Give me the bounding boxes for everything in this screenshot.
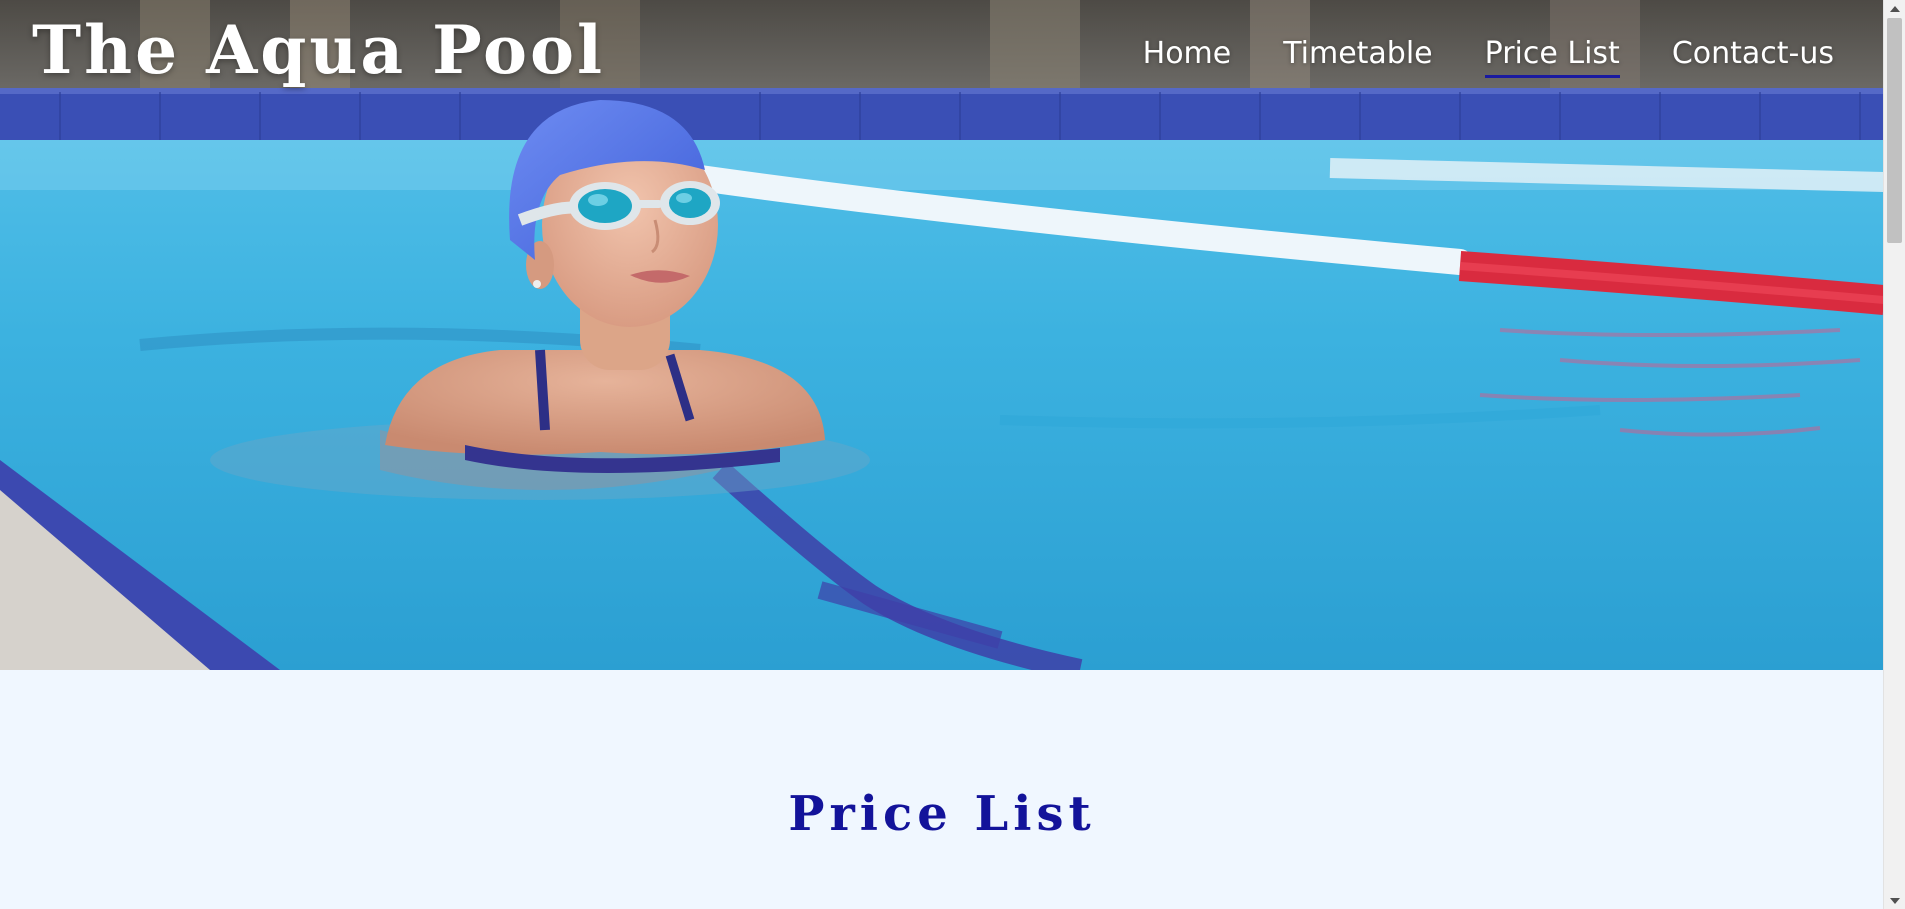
hero-banner: The Aqua Pool Home Timetable Price List …	[0, 0, 1884, 670]
scroll-up-arrow-icon	[1889, 5, 1900, 12]
page-viewport: The Aqua Pool Home Timetable Price List …	[0, 0, 1884, 909]
vertical-scrollbar[interactable]	[1883, 0, 1905, 909]
price-list-heading: Price List	[788, 786, 1096, 842]
nav-item-home: Home	[1143, 36, 1232, 78]
nav-link-price-list[interactable]: Price List	[1484, 36, 1620, 78]
nav-link-timetable[interactable]: Timetable	[1283, 36, 1432, 75]
nav-link-contact-us[interactable]: Contact-us	[1672, 36, 1834, 75]
nav-link-home[interactable]: Home	[1143, 36, 1232, 75]
site-title[interactable]: The Aqua Pool	[32, 8, 605, 94]
nav-item-price-list: Price List	[1484, 36, 1620, 78]
scrollbar-thumb[interactable]	[1887, 18, 1902, 243]
nav-item-contact-us: Contact-us	[1672, 36, 1834, 78]
main-navigation: Home Timetable Price List Contact-us	[1143, 36, 1834, 78]
scroll-down-arrow-icon	[1889, 897, 1900, 904]
hero-photo	[0, 0, 1884, 670]
scroll-down-button[interactable]	[1884, 892, 1905, 909]
scroll-up-button[interactable]	[1884, 0, 1905, 17]
nav-item-timetable: Timetable	[1283, 36, 1432, 78]
